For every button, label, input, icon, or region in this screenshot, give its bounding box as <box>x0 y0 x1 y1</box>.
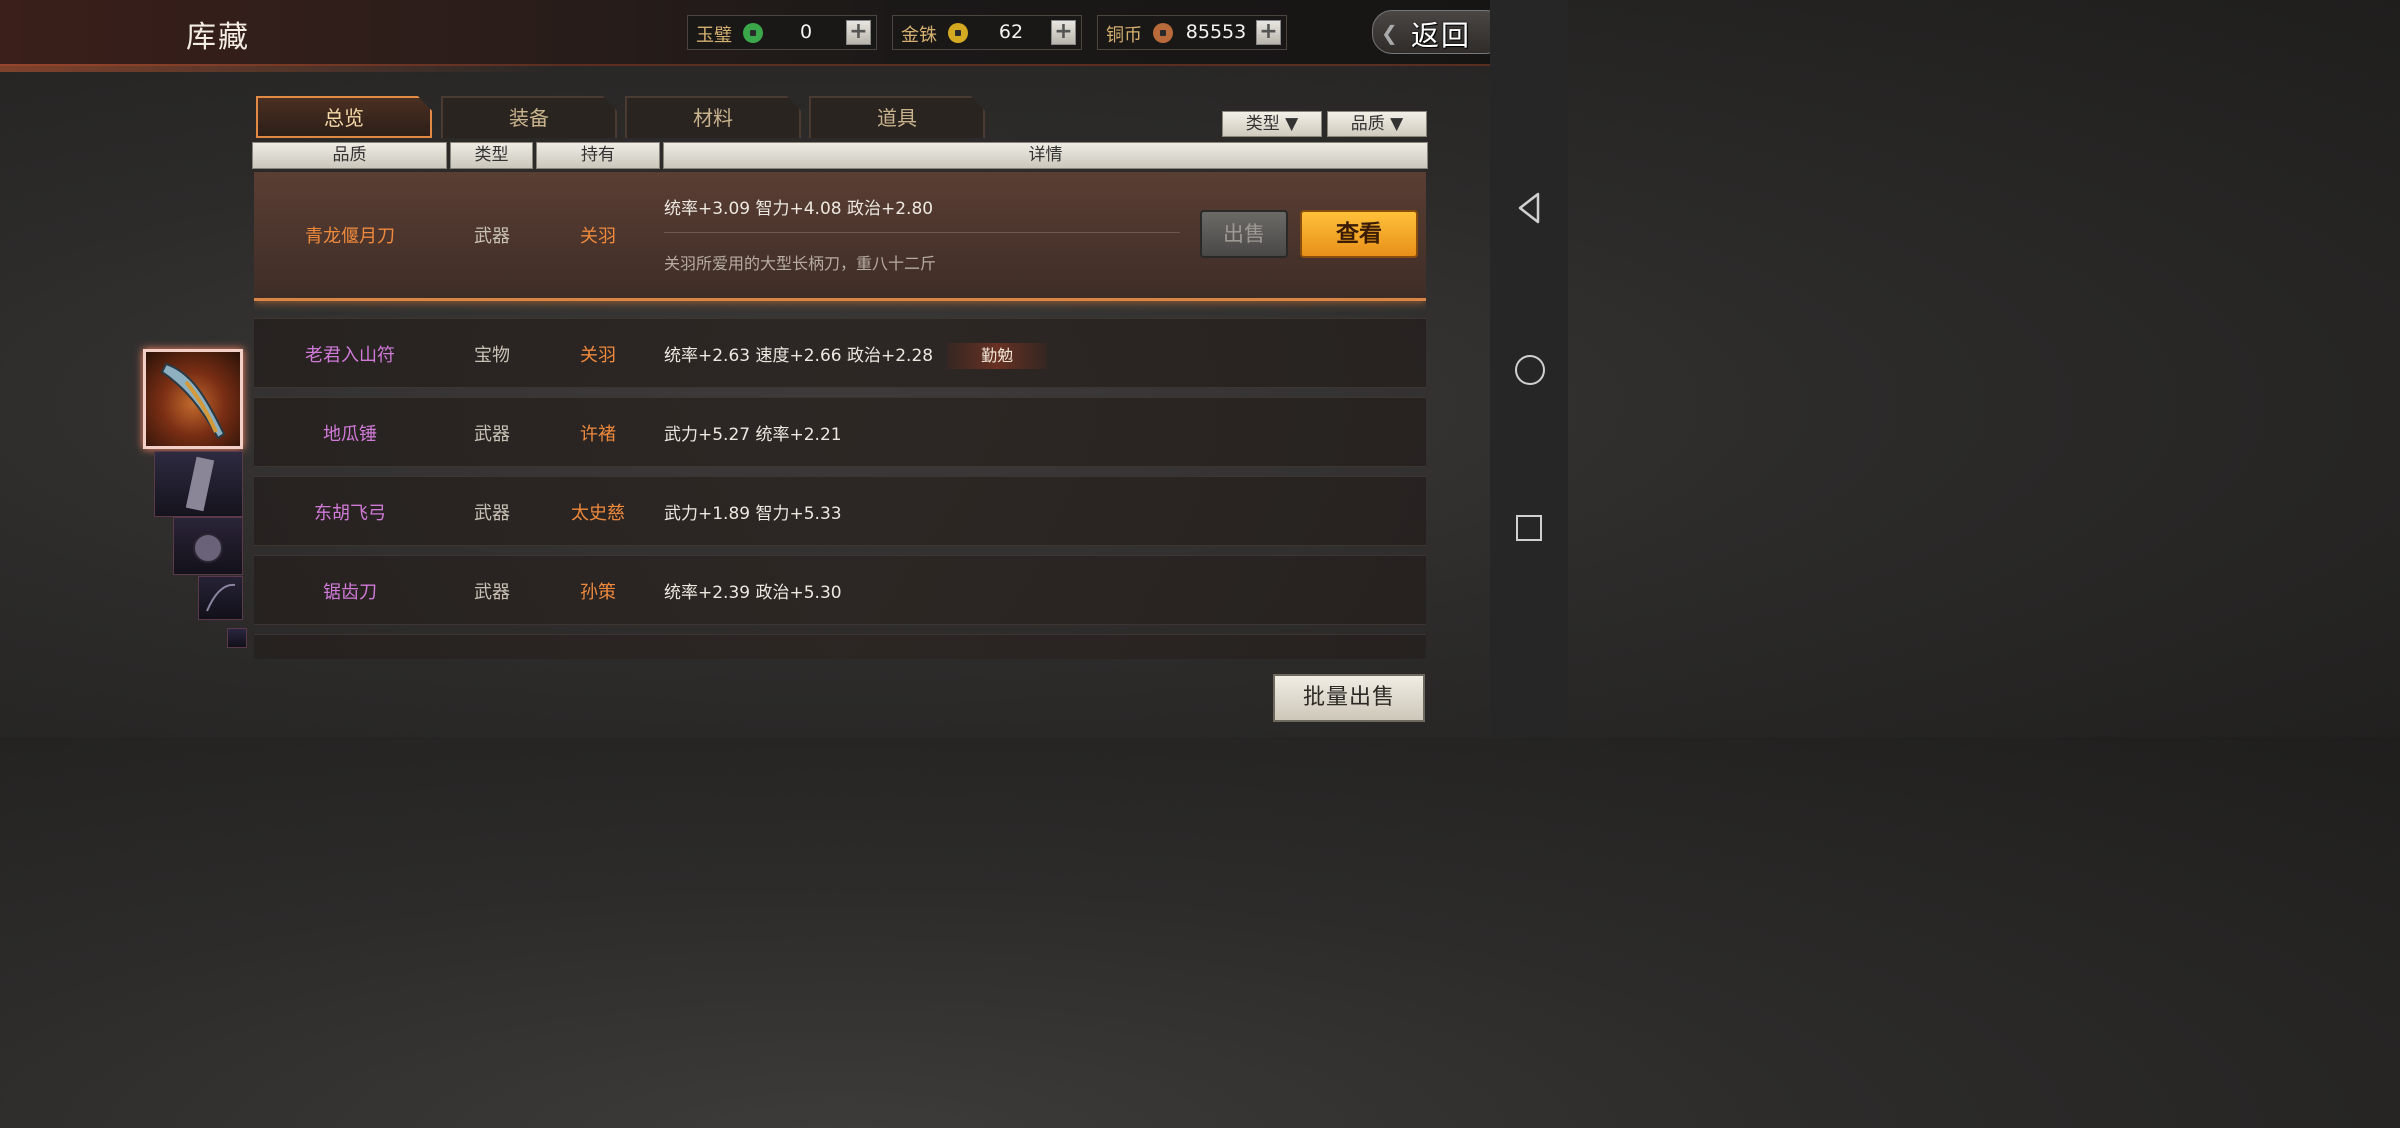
column-header-quality[interactable]: 品质 <box>252 142 447 169</box>
item-owner: 许褚 <box>580 424 616 445</box>
item-name: 地瓜锤 <box>323 424 377 445</box>
type-filter-dropdown[interactable]: 类型 ▼ <box>1222 111 1322 137</box>
triangle-down-icon: ▼ <box>1390 114 1404 134</box>
item-thumbnail[interactable] <box>227 628 247 648</box>
detail-divider <box>664 232 1180 233</box>
column-header-detail: 详情 <box>663 142 1428 169</box>
batch-sell-button[interactable]: 批量出售 <box>1273 674 1425 722</box>
nav-back-icon[interactable] <box>1516 192 1542 224</box>
top-bar: 库藏 玉璧 0 + 金铢 62 + 铜币 85553 + ❮ 返回 <box>0 0 1506 72</box>
currency-value: 62 <box>998 21 1024 43</box>
table-row-selected[interactable]: 青龙偃月刀 武器 关羽 统率+3.09 智力+4.08 政治+2.80 关羽所爱… <box>254 172 1426 301</box>
talisman-icon <box>185 456 215 512</box>
currency-value: 0 <box>799 21 813 43</box>
item-detail: 武力+1.89 智力+5.33 <box>664 504 842 524</box>
add-copper-button[interactable]: + <box>1256 20 1281 45</box>
item-thumbnail[interactable] <box>198 576 243 620</box>
item-name: 东胡飞弓 <box>314 503 386 524</box>
add-jade-button[interactable]: + <box>846 20 871 45</box>
trait-badge: 勤勉 <box>947 343 1048 369</box>
triangle-down-icon: ▼ <box>1285 114 1299 134</box>
page-title: 库藏 <box>186 20 250 55</box>
currency-value: 85553 <box>1185 21 1247 43</box>
item-owner: 关羽 <box>580 345 616 366</box>
item-detail: 武力+5.27 统率+2.21 <box>664 425 842 445</box>
item-description: 关羽所爱用的大型长柄刀，重八十二斤 <box>664 254 937 273</box>
tab-props[interactable]: 道具 <box>809 96 985 138</box>
tab-overview[interactable]: 总览 <box>256 96 432 138</box>
item-detail: 统率+2.39 政治+5.30 <box>664 583 842 603</box>
item-type: 武器 <box>474 503 510 524</box>
item-detail: 统率+2.63 速度+2.66 政治+2.28 <box>664 346 934 366</box>
table-row[interactable]: 老君入山符 宝物 关羽 统率+2.63 速度+2.66 政治+2.28 勤勉 <box>254 318 1426 388</box>
table-row[interactable]: 东胡飞弓 武器 太史慈 武力+1.89 智力+5.33 <box>254 476 1426 546</box>
item-owner: 孙策 <box>580 582 616 603</box>
currency-label: 金铢 <box>901 25 937 46</box>
hammer-icon <box>193 533 223 563</box>
back-label: 返回 <box>1411 19 1472 52</box>
item-name: 锯齿刀 <box>323 582 377 603</box>
item-detail-wrap: 统率+2.63 速度+2.66 政治+2.28 勤勉 <box>664 341 1048 369</box>
currency-gold: 金铢 62 + <box>892 15 1082 50</box>
item-type: 武器 <box>474 424 510 445</box>
item-type: 武器 <box>474 226 510 247</box>
currency-label: 铜币 <box>1106 25 1142 46</box>
item-name: 青龙偃月刀 <box>305 226 395 247</box>
ornament-icon: ❮ <box>1381 21 1398 45</box>
copper-coin-icon <box>1153 23 1173 43</box>
item-type: 宝物 <box>474 345 510 366</box>
view-button[interactable]: 查看 <box>1300 210 1418 258</box>
item-detail: 统率+3.09 智力+4.08 政治+2.80 <box>664 199 934 219</box>
gold-coin-icon <box>948 23 968 43</box>
type-filter-label: 类型 <box>1245 114 1280 134</box>
table-row[interactable]: 锯齿刀 武器 孙策 统率+2.39 政治+5.30 <box>254 555 1426 625</box>
table-row-partial[interactable] <box>254 634 1426 659</box>
back-button[interactable]: ❮ 返回 <box>1372 10 1506 54</box>
item-name: 老君入山符 <box>305 345 395 366</box>
item-list[interactable]: 青龙偃月刀 武器 关羽 统率+3.09 智力+4.08 政治+2.80 关羽所爱… <box>254 172 1426 659</box>
item-type: 武器 <box>474 582 510 603</box>
column-header-type[interactable]: 类型 <box>450 142 533 169</box>
item-thumbnail-selected[interactable] <box>143 349 243 449</box>
item-thumbnail[interactable] <box>154 451 243 517</box>
nav-recent-icon[interactable] <box>1516 515 1542 541</box>
quality-filter-dropdown[interactable]: 品质 ▼ <box>1327 111 1427 137</box>
add-gold-button[interactable]: + <box>1051 20 1076 45</box>
item-thumbnail[interactable] <box>173 517 243 575</box>
blade-icon <box>160 362 226 440</box>
item-owner: 太史慈 <box>571 503 625 524</box>
currency-label: 玉璧 <box>696 25 732 46</box>
quality-filter-label: 品质 <box>1350 114 1385 134</box>
table-row[interactable]: 地瓜锤 武器 许褚 武力+5.27 统率+2.21 <box>254 397 1426 467</box>
bow-icon <box>206 583 236 612</box>
sell-button[interactable]: 出售 <box>1200 210 1288 258</box>
tab-equipment[interactable]: 装备 <box>441 96 617 138</box>
nav-home-icon[interactable] <box>1515 355 1545 385</box>
currency-jade: 玉璧 0 + <box>687 15 877 50</box>
column-header-owner[interactable]: 持有 <box>536 142 660 169</box>
item-owner: 关羽 <box>580 226 616 247</box>
currency-copper: 铜币 85553 + <box>1097 15 1287 50</box>
jade-coin-icon <box>743 23 763 43</box>
tab-materials[interactable]: 材料 <box>625 96 801 138</box>
